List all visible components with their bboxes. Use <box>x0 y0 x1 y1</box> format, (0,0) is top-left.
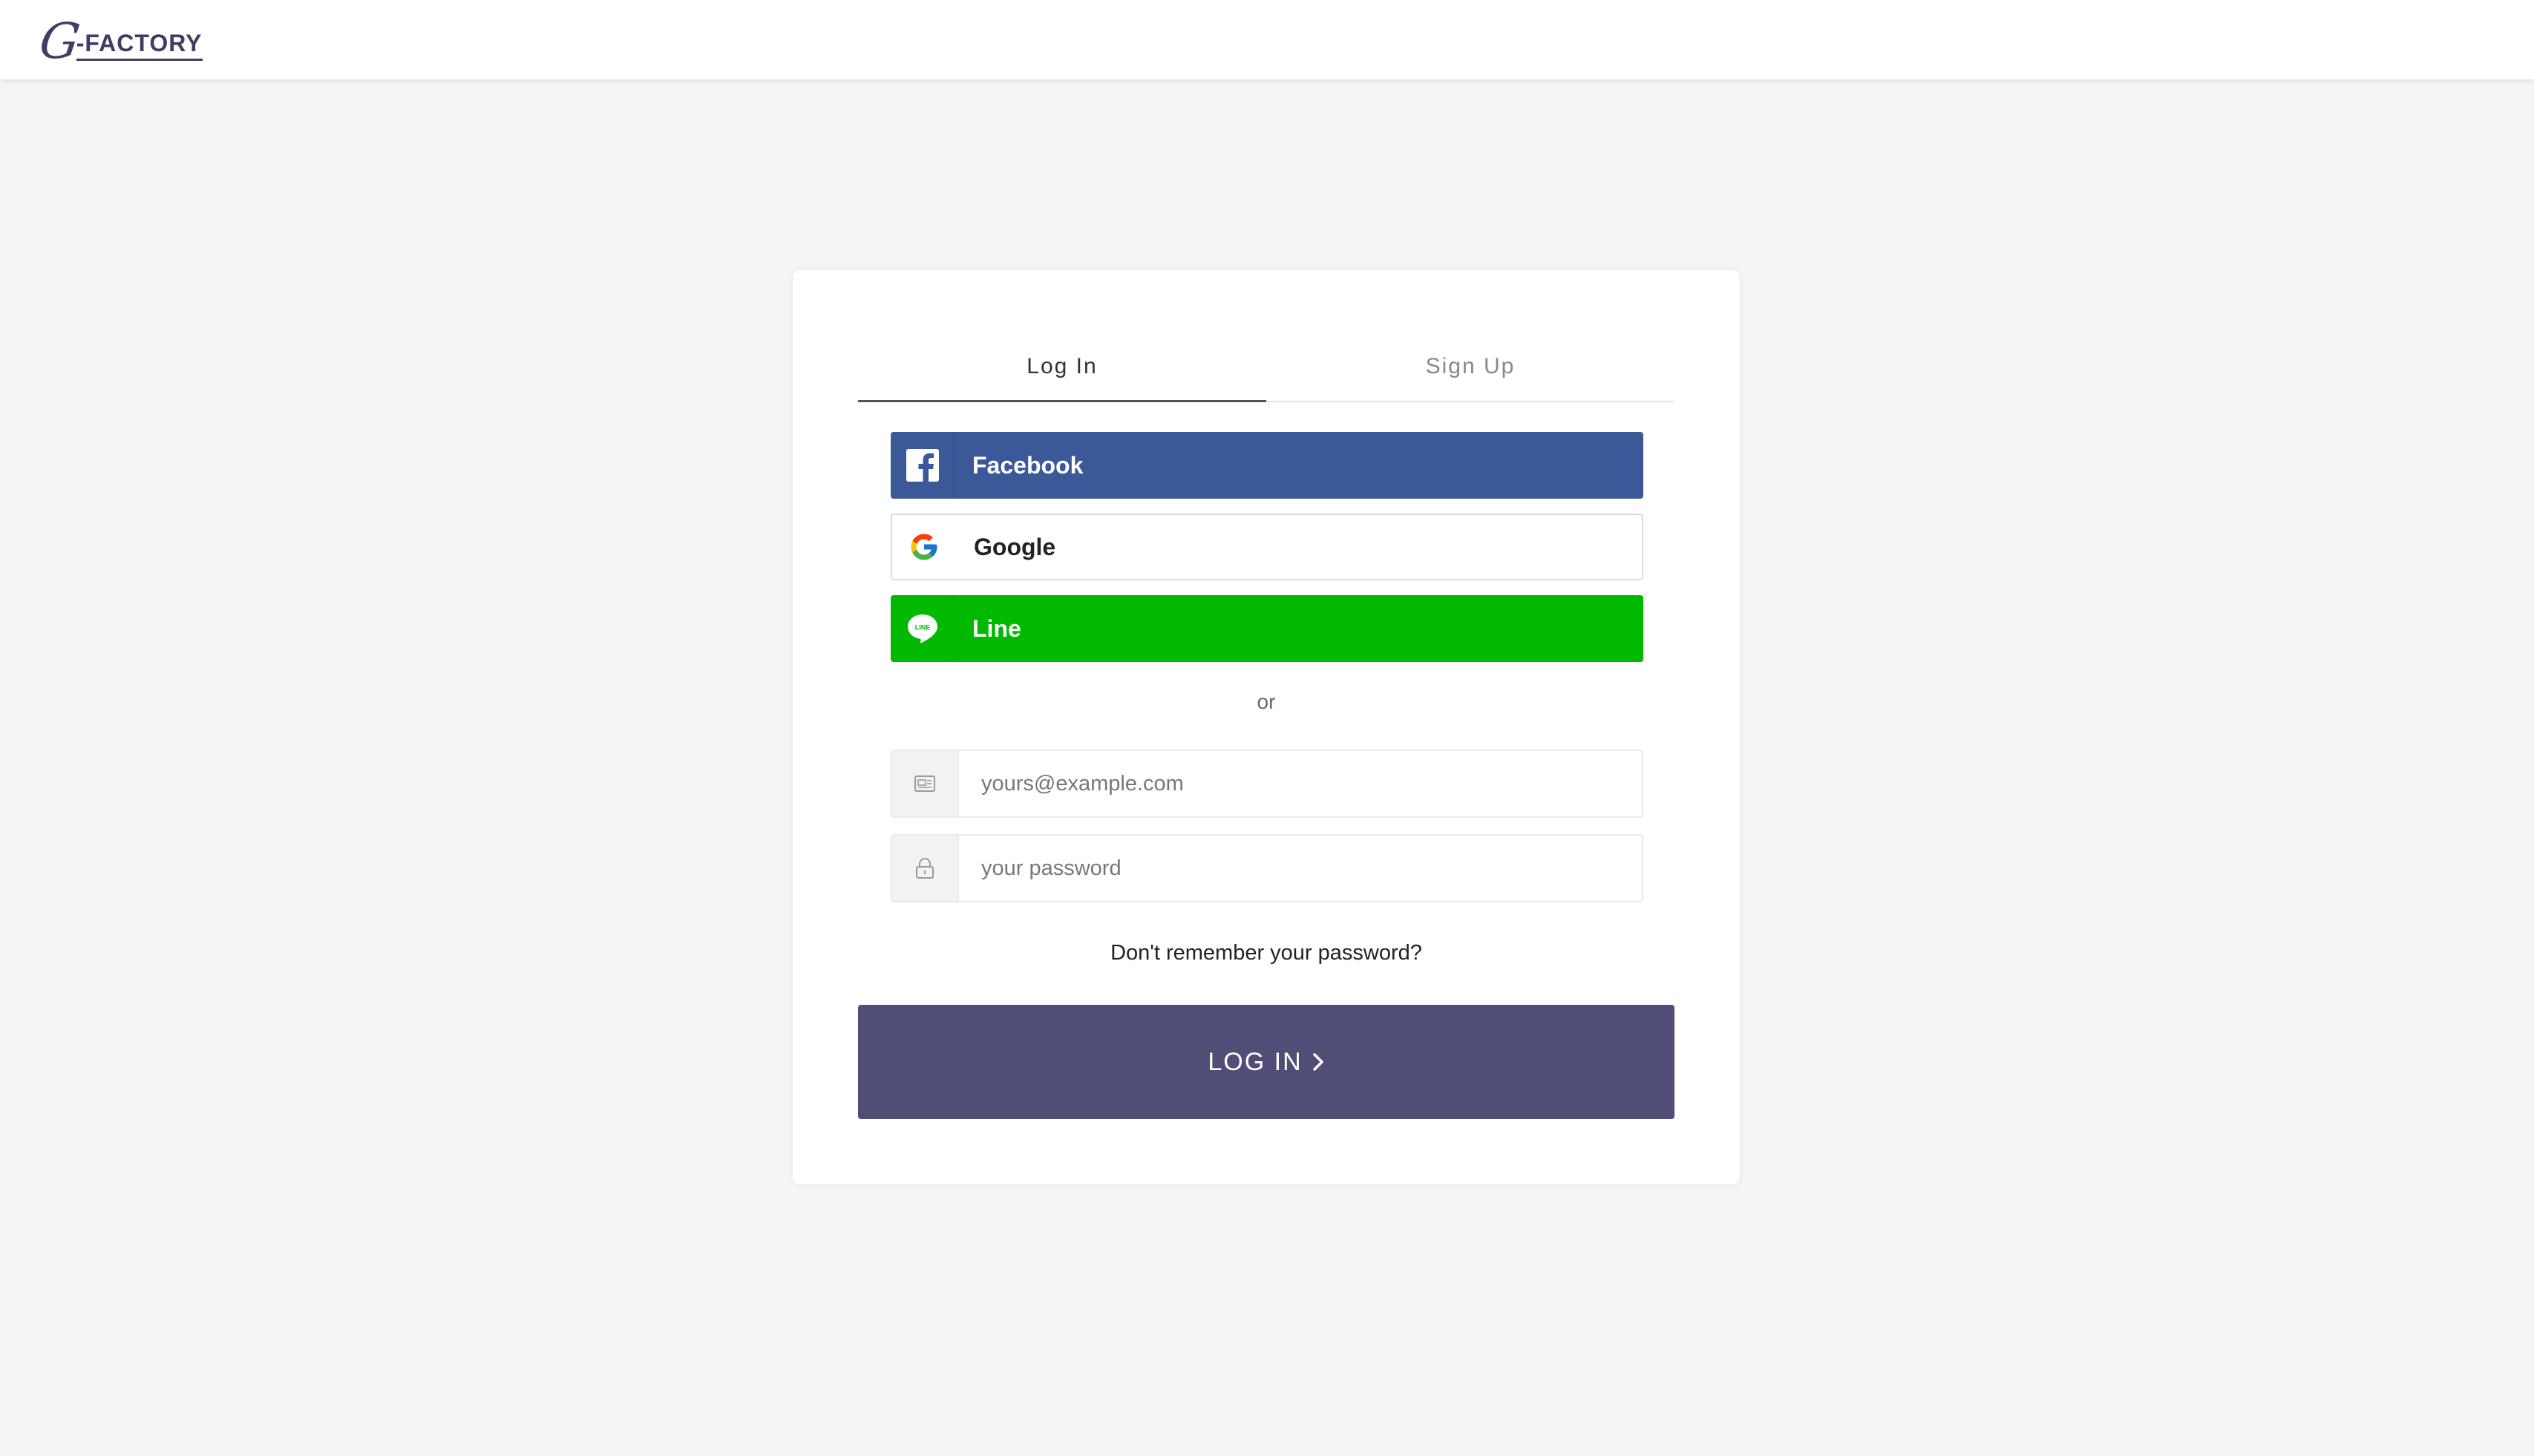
google-icon <box>892 514 956 580</box>
google-login-button[interactable]: Google <box>891 514 1643 580</box>
log-in-label: LOG IN <box>1208 1047 1303 1076</box>
line-label: Line <box>972 614 1021 642</box>
email-field <box>891 750 1643 818</box>
email-icon <box>892 751 959 816</box>
facebook-login-button[interactable]: Facebook <box>891 432 1643 499</box>
login-card: Log In Sign Up Facebook Google LINE Line… <box>793 270 1740 1184</box>
password-input[interactable] <box>959 836 1642 901</box>
chevron-right-icon <box>1312 1052 1325 1072</box>
logo-initial: G <box>36 13 84 70</box>
facebook-icon <box>891 432 955 499</box>
email-input[interactable] <box>959 751 1642 816</box>
facebook-label: Facebook <box>972 451 1084 479</box>
tab-sign-up[interactable]: Sign Up <box>1266 332 1674 401</box>
log-in-button[interactable]: LOG IN <box>858 1005 1674 1119</box>
forgot-password-link[interactable]: Don't remember your password? <box>793 941 1740 965</box>
or-divider: or <box>1257 690 1276 713</box>
line-login-button[interactable]: LINE Line <box>891 595 1643 662</box>
logo-text: -FACTORY <box>76 30 203 61</box>
auth-tabs: Log In Sign Up <box>858 332 1674 402</box>
google-label: Google <box>974 533 1056 560</box>
password-field <box>891 834 1643 902</box>
lock-icon <box>892 836 959 901</box>
brand-logo[interactable]: G -FACTORY <box>36 13 211 70</box>
line-icon: LINE <box>891 595 955 662</box>
svg-text:LINE: LINE <box>914 624 930 632</box>
tab-log-in[interactable]: Log In <box>858 332 1266 402</box>
top-bar: G -FACTORY <box>0 0 2534 80</box>
